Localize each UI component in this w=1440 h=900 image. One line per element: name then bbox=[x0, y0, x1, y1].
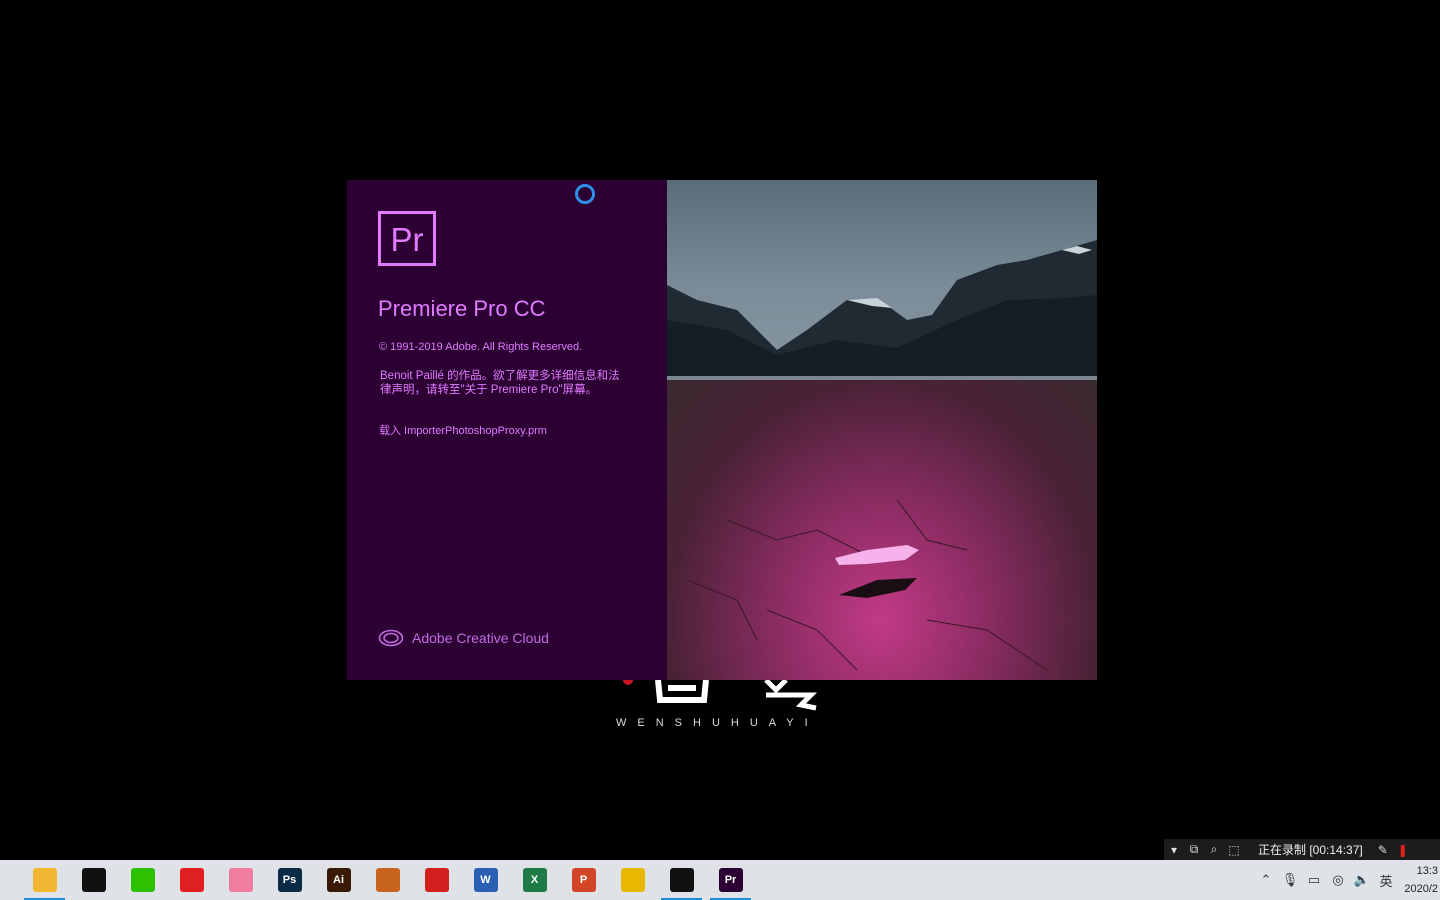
illustrator-icon: Ai bbox=[326, 868, 351, 892]
excel-icon: X bbox=[522, 868, 547, 892]
chrome-icon bbox=[620, 868, 645, 892]
taskbar-app-qq[interactable] bbox=[69, 860, 118, 900]
photoshop-icon: Ps bbox=[277, 868, 302, 892]
netease-music-icon bbox=[179, 868, 204, 892]
recorder-icon bbox=[669, 868, 694, 892]
creative-cloud-icon bbox=[378, 629, 404, 647]
taskbar-app-powerpoint[interactable]: P bbox=[559, 860, 608, 900]
premiere-icon: Pr bbox=[718, 868, 743, 892]
word-icon: W bbox=[473, 868, 498, 892]
credits-line-1: Benoit Paillé 的作品。欲了解更多详细信息和法 bbox=[380, 370, 620, 382]
desktop: Pr Premiere Pro CC © 1991-2019 Adobe. Al… bbox=[0, 0, 1440, 860]
bilibili-icon bbox=[228, 868, 253, 892]
screen-recorder-bar: ▾ ⧉ ⌕ ⬚ 正在录制 [00:14:37] ✎ ❚ bbox=[1164, 839, 1440, 860]
taskbar-app-bilibili[interactable] bbox=[216, 860, 265, 900]
taskbar-app-excel[interactable]: X bbox=[510, 860, 559, 900]
taskbar: Ps Ai W X P Pr ⌃ 🎙 ▭ ◎ 🔈 英 13:3 2020/2 bbox=[0, 860, 1440, 900]
taskbar-app-word[interactable]: W bbox=[461, 860, 510, 900]
mountains-image bbox=[667, 240, 1097, 390]
taskbar-app-photoshop[interactable]: Ps bbox=[265, 860, 314, 900]
credits-text: Benoit Paillé 的作品。欲了解更多详细信息和法 律声明，请转至"关于… bbox=[380, 369, 630, 397]
clock[interactable]: 13:3 2020/2 bbox=[1398, 862, 1440, 898]
taskbar-app-acrobat[interactable] bbox=[412, 860, 461, 900]
stop-recording-icon[interactable]: ❚ bbox=[1393, 843, 1413, 857]
taskbar-app-premiere[interactable]: Pr bbox=[706, 860, 755, 900]
creative-cloud-label: Adobe Creative Cloud bbox=[412, 630, 549, 646]
system-tray: ⌃ 🎙 ▭ ◎ 🔈 英 13:3 2020/2 bbox=[1254, 860, 1440, 900]
taskbar-apps: Ps Ai W X P Pr bbox=[20, 860, 755, 900]
credits-line-2: 律声明，请转至"关于 Premiere Pro"屏幕。 bbox=[380, 384, 598, 396]
network-icon[interactable]: ◎ bbox=[1326, 872, 1350, 888]
splash-info-panel: Pr Premiere Pro CC © 1991-2019 Adobe. Al… bbox=[347, 180, 667, 680]
ime-indicator[interactable]: 英 bbox=[1374, 871, 1398, 890]
taskbar-app-recorder[interactable] bbox=[657, 860, 706, 900]
copyright-text: © 1991-2019 Adobe. All Rights Reserved. bbox=[379, 341, 583, 353]
splash-artwork bbox=[667, 180, 1097, 680]
recording-status: 正在录制 [00:14:37] bbox=[1258, 843, 1363, 857]
window-mode-icon[interactable]: ⧉ bbox=[1184, 842, 1204, 857]
file-explorer-icon bbox=[32, 868, 57, 892]
microphone-icon[interactable]: 🎙 bbox=[1278, 872, 1302, 888]
taskbar-app-wechat[interactable] bbox=[118, 860, 167, 900]
clock-time: 13:3 bbox=[1416, 865, 1438, 877]
watermark-text: WENSHUHUAYI bbox=[616, 717, 819, 729]
clock-date: 2020/2 bbox=[1404, 883, 1438, 895]
product-name: Premiere Pro CC bbox=[378, 296, 546, 321]
zoom-icon[interactable]: ⌕ bbox=[1204, 842, 1224, 857]
fullscreen-icon[interactable]: ⬚ bbox=[1224, 843, 1244, 857]
powerpoint-icon: P bbox=[571, 868, 596, 892]
premiere-splash-window: Pr Premiere Pro CC © 1991-2019 Adobe. Al… bbox=[347, 180, 1097, 680]
pencil-icon bbox=[375, 868, 400, 892]
wechat-icon bbox=[130, 868, 155, 892]
busy-cursor-icon bbox=[575, 184, 595, 204]
taskbar-app-netease-music[interactable] bbox=[167, 860, 216, 900]
creative-cloud-branding: Adobe Creative Cloud bbox=[378, 629, 549, 647]
loading-status: 载入 ImporterPhotoshopProxy.prm bbox=[379, 425, 547, 437]
taskbar-app-pencil[interactable] bbox=[363, 860, 412, 900]
premiere-logo: Pr bbox=[378, 211, 436, 266]
dropdown-icon[interactable]: ▾ bbox=[1164, 843, 1184, 857]
acrobat-icon bbox=[424, 868, 449, 892]
taskbar-app-chrome[interactable] bbox=[608, 860, 657, 900]
glowing-rock-image bbox=[686, 499, 1048, 671]
qq-icon bbox=[81, 868, 106, 892]
chevron-up-icon[interactable]: ⌃ bbox=[1254, 872, 1278, 888]
volume-icon[interactable]: 🔈 bbox=[1350, 872, 1374, 888]
taskbar-app-file-explorer[interactable] bbox=[20, 860, 69, 900]
taskbar-app-illustrator[interactable]: Ai bbox=[314, 860, 363, 900]
battery-icon[interactable]: ▭ bbox=[1302, 872, 1326, 888]
pen-icon[interactable]: ✎ bbox=[1373, 843, 1393, 857]
